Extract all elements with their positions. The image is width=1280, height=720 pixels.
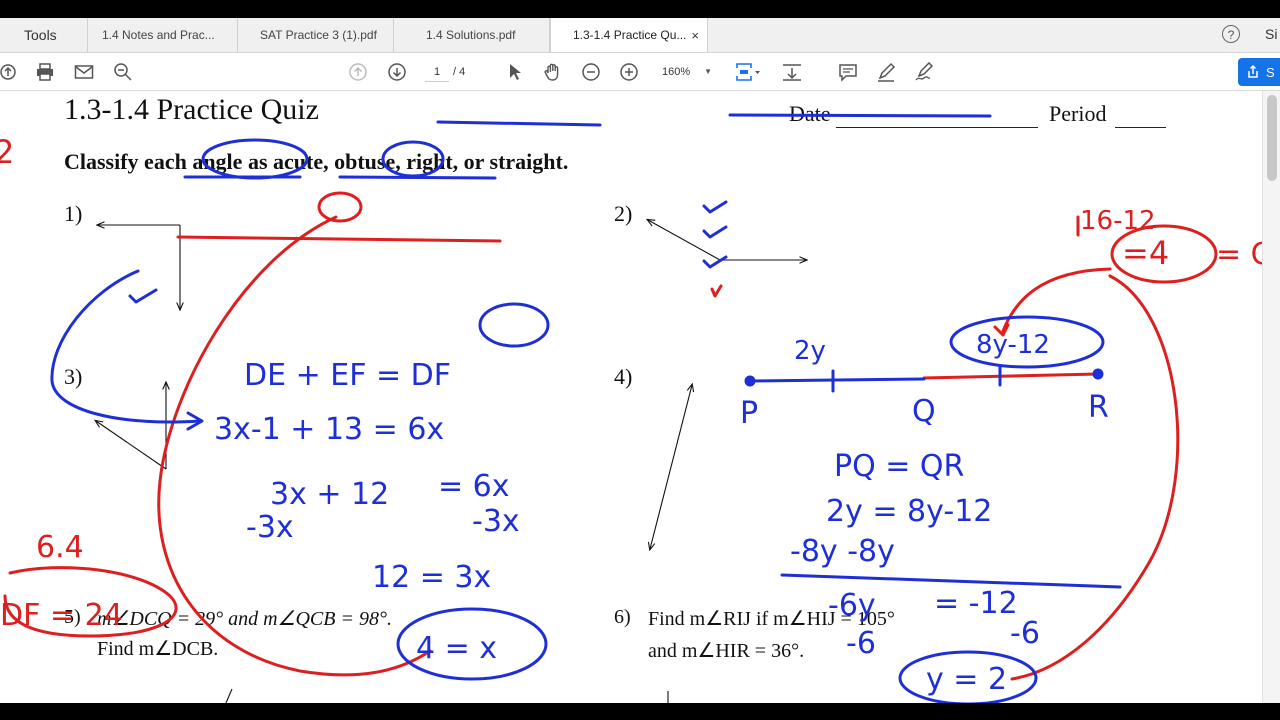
- ink-eq-3x-13: 3x-1 + 13 = 6x: [214, 412, 444, 447]
- page-up-icon[interactable]: [347, 53, 369, 90]
- angle-4-figure: [650, 385, 692, 549]
- share-button-label: S: [1266, 64, 1275, 80]
- zoom-level-value: 160%: [662, 66, 691, 78]
- red-ink-annotations: [3, 191, 1218, 681]
- upload-icon[interactable]: [0, 53, 20, 90]
- tab-sat-practice[interactable]: SAT Practice 3 (1).pdf: [238, 18, 394, 52]
- tab-label: SAT Practice 3 (1).pdf: [260, 28, 377, 42]
- top-letterbox: [0, 0, 1280, 18]
- ink-segment-2y: 2y: [794, 336, 826, 366]
- toolbar: 1 / 4 160% ▼: [0, 53, 1280, 91]
- ink-eq-12-3x: 12 = 3x: [372, 560, 491, 595]
- q5-q6-figure-stubs: [225, 688, 669, 703]
- email-icon[interactable]: [73, 53, 95, 90]
- page-total: / 4: [453, 66, 466, 78]
- ink-pq-qr: PQ = QR: [834, 449, 964, 484]
- ink-point-q: Q: [912, 394, 936, 429]
- share-icon: [1248, 65, 1258, 78]
- ink-calc-16-12: 16-12: [1080, 206, 1156, 236]
- ink-eq-3x-12: 3x + 12: [270, 477, 389, 512]
- tab-label: 1.4 Solutions.pdf: [426, 28, 516, 42]
- select-arrow-icon[interactable]: [505, 53, 525, 90]
- angle-1-figure: [98, 225, 180, 309]
- help-icon[interactable]: ?: [1222, 25, 1240, 43]
- tab-tools-label: Tools: [24, 27, 57, 43]
- zoom-search-icon[interactable]: [112, 53, 134, 90]
- scrollbar-thumb[interactable]: [1267, 95, 1277, 181]
- ink-eq-minus-12: = -12: [934, 586, 1018, 621]
- ink-point-p: P: [740, 396, 758, 431]
- vertical-scrollbar[interactable]: [1262, 91, 1280, 703]
- ink-minus-3x-left: -3x: [246, 510, 294, 545]
- ink-calc-eq-4: =4: [1122, 234, 1169, 272]
- fit-page-icon[interactable]: [733, 53, 763, 90]
- ink-eq-6x: = 6x: [438, 469, 510, 504]
- comment-icon[interactable]: [837, 53, 859, 90]
- tab-practice-quiz[interactable]: 1.3-1.4 Practice Qu... ×: [550, 18, 708, 52]
- tab-label: 1.3-1.4 Practice Qu...: [573, 28, 687, 42]
- ink-df-24: DF = 24: [0, 598, 123, 633]
- ink-minus-6-right: -6: [1010, 616, 1040, 651]
- ink-eq-2y-8y: 2y = 8y-12: [826, 494, 992, 529]
- tab-close-icon[interactable]: ×: [691, 28, 699, 43]
- tab-label: 1.4 Notes and Prac...: [102, 28, 215, 42]
- ink-minus-6y: -6y: [828, 588, 876, 623]
- ink-answer-y: y = 2: [926, 662, 1007, 697]
- tab-bar: Tools 1.4 Notes and Prac... SAT Practice…: [0, 18, 1280, 53]
- hand-icon[interactable]: [542, 53, 564, 90]
- ink-left-2: 2: [0, 133, 14, 171]
- sign-icon[interactable]: [913, 53, 937, 90]
- pdf-document-page[interactable]: 1.3-1.4 Practice Quiz Date Period Classi…: [0, 91, 1262, 703]
- ink-point-r: R: [1088, 390, 1109, 425]
- zoom-level-select[interactable]: 160% ▼: [656, 63, 716, 81]
- share-button[interactable]: S: [1238, 58, 1280, 86]
- tab-1-4-solutions[interactable]: 1.4 Solutions.pdf: [394, 18, 550, 52]
- ink-minus-8y: -8y -8y: [790, 534, 895, 569]
- zoom-in-icon[interactable]: [618, 53, 640, 90]
- ink-eq-de-ef-df: DE + EF = DF: [244, 358, 451, 393]
- tab-1-4-notes[interactable]: 1.4 Notes and Prac...: [88, 18, 238, 52]
- ink-answer-x: 4 = x: [416, 631, 497, 666]
- chevron-down-icon: ▼: [704, 67, 712, 76]
- scroll-mode-icon[interactable]: [780, 53, 804, 90]
- ink-segment-8y-12: 8y-12: [976, 330, 1050, 360]
- ink-6-4: 6.4: [36, 530, 84, 565]
- sign-in-link[interactable]: Si: [1265, 26, 1277, 42]
- print-icon[interactable]: [34, 53, 56, 90]
- angle-3-figure: [96, 383, 166, 470]
- ink-calc-eq-q: = Q: [1216, 237, 1262, 272]
- highlight-pen-icon[interactable]: [875, 53, 897, 90]
- page-number-input[interactable]: 1: [425, 63, 449, 82]
- ink-minus-6-left: -6: [846, 626, 876, 661]
- page-down-icon[interactable]: [386, 53, 408, 90]
- zoom-out-icon[interactable]: [580, 53, 602, 90]
- tab-tools[interactable]: Tools: [0, 18, 88, 52]
- worksheet-figures-and-ink: not 2 DE + EF = DF 3x-1 + 13 = 6x 3x + 1…: [0, 113, 1262, 703]
- bottom-letterbox: [0, 703, 1280, 720]
- ink-minus-3x-right: -3x: [472, 504, 520, 539]
